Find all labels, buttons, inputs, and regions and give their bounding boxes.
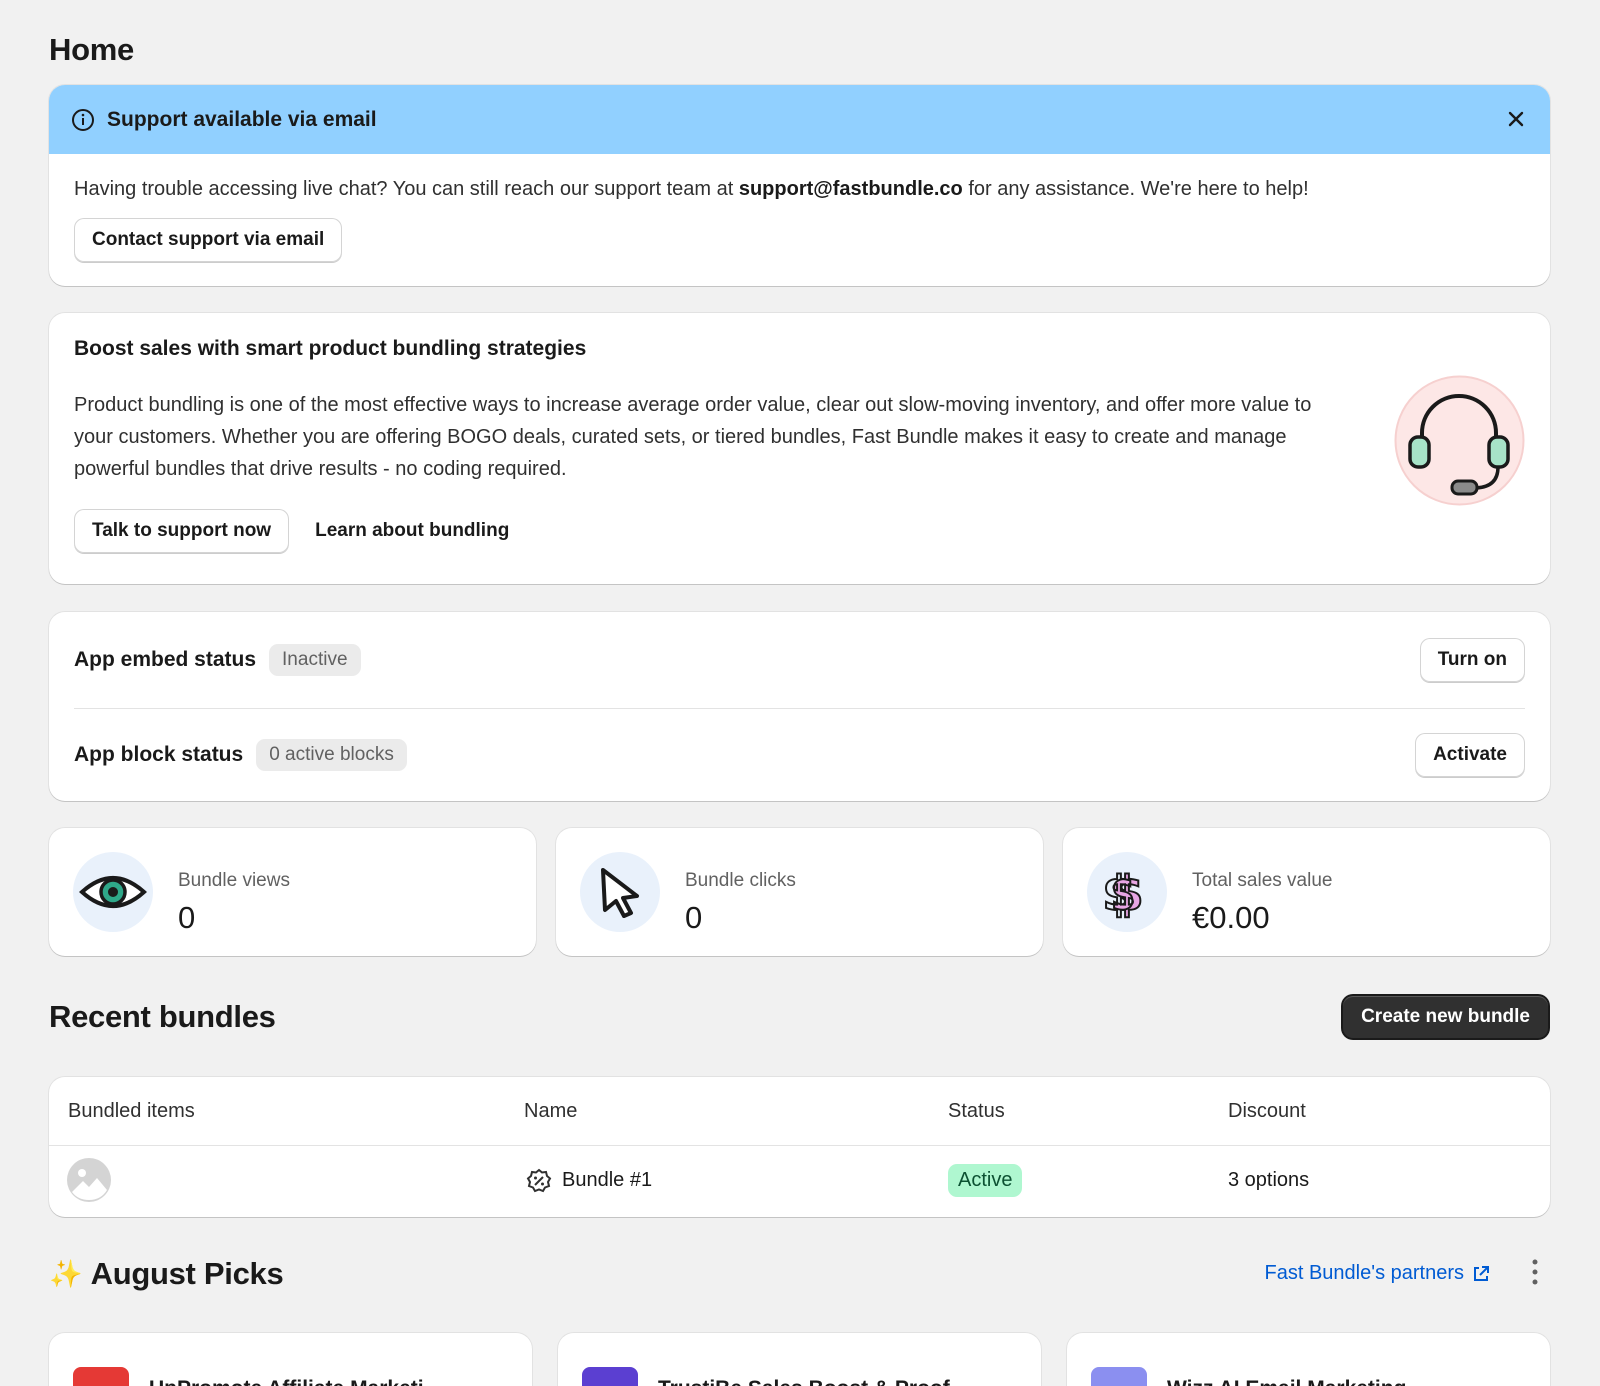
dollar-icon: $ $ — [1087, 852, 1167, 932]
support-banner: Support available via email Having troub… — [49, 85, 1550, 286]
metric-value: 0 — [685, 900, 703, 935]
promo-actions: Talk to support now Learn about bundling — [74, 509, 1525, 553]
banner-text-before: Having trouble accessing live chat? You … — [74, 178, 739, 200]
partner-logo-icon — [73, 1367, 129, 1386]
recent-bundles-title: Recent bundles — [49, 999, 276, 1034]
banner-header: Support available via email — [49, 85, 1550, 154]
app-embed-badge: Inactive — [269, 644, 361, 676]
august-picks-header: ✨ August Picks — [49, 1256, 284, 1292]
table-header: Bundled items Name Status Discount — [49, 1077, 1550, 1146]
partner-name: Wizz AI Email Marketing — [1167, 1377, 1406, 1386]
app-block-badge: 0 active blocks — [256, 738, 407, 771]
external-link-icon — [1472, 1265, 1490, 1283]
partners-link-label: Fast Bundle's partners — [1264, 1262, 1464, 1284]
page-title: Home — [49, 32, 134, 67]
info-icon — [71, 108, 95, 132]
column-header: Status — [948, 1099, 1005, 1122]
talk-to-support-button[interactable]: Talk to support now — [74, 509, 290, 553]
app-block-row: App block status 0 active blocks Activat… — [74, 708, 1525, 800]
partners-link[interactable]: Fast Bundle's partners — [1265, 1262, 1490, 1285]
partner-name: UpPromote Affiliate Marketi — [149, 1377, 424, 1386]
more-vertical-icon[interactable] — [1530, 1258, 1540, 1286]
headset-icon — [1394, 375, 1525, 506]
promo-body: Product bundling is one of the most effe… — [74, 394, 1312, 480]
svg-text:$: $ — [1102, 866, 1135, 920]
column-header: Name — [524, 1099, 578, 1122]
app-embed-row: App embed status Inactive Turn on — [74, 612, 1525, 708]
august-picks-title: August Picks — [90, 1256, 284, 1291]
eye-icon — [73, 852, 153, 932]
metric-bundle-clicks: Bundle clicks 0 — [556, 828, 1043, 956]
metric-total-sales: $ $ Total sales value €0.00 — [1063, 828, 1550, 956]
partner-card[interactable]: Wizz AI Email Marketing — [1067, 1333, 1550, 1386]
promo-title: Boost sales with smart product bundling … — [74, 337, 587, 360]
partner-card[interactable]: UpPromote Affiliate Marketi — [49, 1333, 532, 1386]
column-header: Discount — [1228, 1099, 1306, 1122]
metric-value: €0.00 — [1192, 900, 1270, 935]
table-row[interactable]: Bundle #1 Active 3 options — [49, 1146, 1550, 1216]
banner-message: Having trouble accessing live chat? You … — [74, 174, 1525, 204]
image-placeholder-icon — [67, 1158, 111, 1208]
partner-logo-icon — [582, 1367, 638, 1386]
activate-button[interactable]: Activate — [1415, 732, 1525, 777]
discount-badge-icon — [526, 1168, 552, 1200]
banner-body: Having trouble accessing live chat? You … — [49, 154, 1550, 282]
column-header: Bundled items — [68, 1099, 195, 1122]
metric-value: 0 — [178, 900, 196, 935]
app-embed-label: App embed status — [74, 648, 257, 671]
banner-text-after: for any assistance. We're here to help! — [962, 178, 1309, 200]
bundle-name[interactable]: Bundle #1 — [562, 1169, 652, 1192]
partner-name: TrustiBe Sales Boost & Proof — [658, 1377, 950, 1386]
contact-support-button[interactable]: Contact support via email — [74, 218, 343, 262]
metric-label: Bundle views — [178, 870, 290, 891]
create-new-bundle-button[interactable]: Create new bundle — [1343, 996, 1548, 1038]
partner-card[interactable]: TrustiBe Sales Boost & Proof — [558, 1333, 1041, 1386]
app-status-card: App embed status Inactive Turn on App bl… — [49, 612, 1550, 801]
turn-on-button[interactable]: Turn on — [1419, 638, 1525, 682]
recent-bundles-table: Bundled items Name Status Discount Bundl… — [49, 1077, 1550, 1217]
discount-value: 3 options — [1228, 1169, 1310, 1191]
metric-label: Total sales value — [1192, 870, 1333, 891]
metric-label: Bundle clicks — [685, 870, 796, 891]
support-email: support@fastbundle.co — [738, 178, 963, 200]
close-icon[interactable] — [1504, 107, 1528, 131]
app-block-label: App block status — [74, 742, 244, 766]
partner-logo-icon — [1091, 1367, 1147, 1386]
banner-title: Support available via email — [107, 107, 377, 131]
metric-bundle-views: Bundle views 0 — [49, 828, 536, 956]
status-badge: Active — [948, 1164, 1023, 1197]
cursor-icon — [580, 852, 660, 932]
learn-bundling-button[interactable]: Learn about bundling — [297, 509, 527, 553]
sparkles-icon: ✨ — [49, 1259, 83, 1289]
bundling-promo-card: Boost sales with smart product bundling … — [49, 313, 1550, 584]
